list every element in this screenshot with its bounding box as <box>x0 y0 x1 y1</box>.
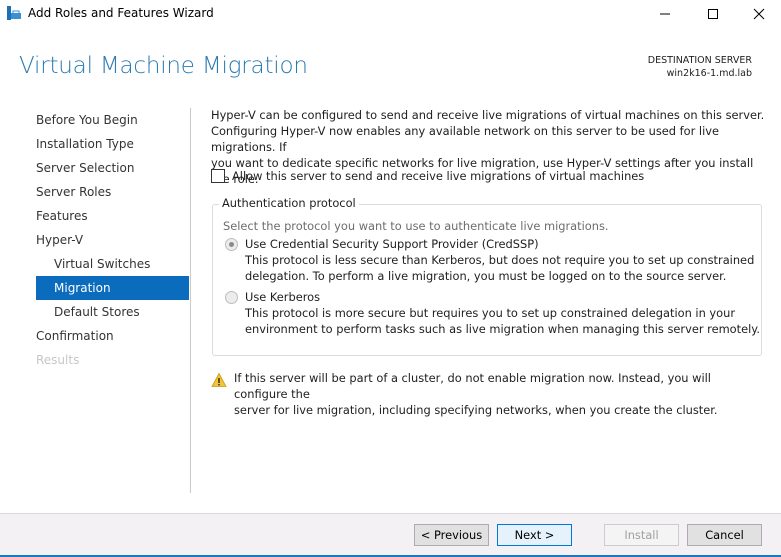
radio-text: Use Credential Security Support Provider… <box>245 236 754 284</box>
group-legend: Authentication protocol <box>219 196 359 210</box>
description-line: Hyper-V can be configured to send and re… <box>211 108 765 122</box>
window-title: Add Roles and Features Wizard <box>28 6 214 20</box>
wizard-nav: Before You Begin Installation Type Serve… <box>36 108 189 372</box>
minimize-icon <box>660 13 670 15</box>
warning-text: If this server will be part of a cluster… <box>234 370 764 418</box>
checkbox-label: Allow this server to send and receive li… <box>232 169 645 183</box>
radio-label: Use Credential Security Support Provider… <box>245 237 539 251</box>
radio-kerberos[interactable]: Use Kerberos This protocol is more secur… <box>225 289 760 337</box>
warning-icon <box>211 372 227 387</box>
radio-description: This protocol is more secure but require… <box>245 306 736 320</box>
nav-item-virtual-switches[interactable]: Virtual Switches <box>36 252 189 276</box>
content-pane: Hyper-V can be configured to send and re… <box>211 107 771 417</box>
allow-live-migration-checkbox[interactable]: Allow this server to send and receive li… <box>211 169 644 183</box>
nav-item-installation-type[interactable]: Installation Type <box>36 132 189 156</box>
description-line: Configuring Hyper-V now enables any avai… <box>211 124 719 154</box>
previous-button[interactable]: < Previous <box>414 524 489 546</box>
destination-server-name: win2k16-1.md.lab <box>666 68 752 79</box>
radio-label: Use Kerberos <box>245 290 321 304</box>
cancel-button[interactable]: Cancel <box>687 524 762 546</box>
warning-line: If this server will be part of a cluster… <box>234 371 711 401</box>
page-title: Virtual Machine Migration <box>19 53 308 79</box>
radio-button[interactable] <box>225 291 238 304</box>
nav-item-hyper-v[interactable]: Hyper-V <box>36 228 189 252</box>
nav-divider <box>190 108 191 493</box>
radio-credssp[interactable]: Use Credential Security Support Provider… <box>225 236 754 284</box>
nav-item-migration[interactable]: Migration <box>36 276 189 300</box>
nav-item-confirmation[interactable]: Confirmation <box>36 324 189 348</box>
title-bar: Add Roles and Features Wizard <box>0 0 781 28</box>
close-icon <box>753 8 765 20</box>
nav-item-before-you-begin[interactable]: Before You Begin <box>36 108 189 132</box>
destination-server: DESTINATION SERVER win2k16-1.md.lab <box>648 54 752 80</box>
group-hint: Select the protocol you want to use to a… <box>223 219 609 233</box>
server-manager-icon <box>7 6 21 20</box>
radio-description: environment to perform tasks such as liv… <box>245 322 761 336</box>
radio-description: delegation. To perform a live migration,… <box>245 269 727 283</box>
checkbox-box[interactable] <box>211 169 225 183</box>
nav-item-features[interactable]: Features <box>36 204 189 228</box>
cluster-warning: If this server will be part of a cluster… <box>211 370 764 418</box>
nav-item-default-stores[interactable]: Default Stores <box>36 300 189 324</box>
nav-item-results: Results <box>36 353 80 367</box>
install-button: Install <box>604 524 679 546</box>
next-button[interactable]: Next > <box>497 524 572 546</box>
radio-description: This protocol is less secure than Kerber… <box>245 253 755 267</box>
destination-label: DESTINATION SERVER <box>647 55 752 66</box>
maximize-button[interactable] <box>690 0 736 28</box>
maximize-icon <box>708 9 718 19</box>
radio-button[interactable] <box>225 238 238 251</box>
nav-item-server-selection[interactable]: Server Selection <box>36 156 189 180</box>
nav-item-server-roles[interactable]: Server Roles <box>36 180 189 204</box>
authentication-protocol-group: Authentication protocol Select the proto… <box>212 196 762 356</box>
radio-text: Use Kerberos This protocol is more secur… <box>245 289 760 337</box>
warning-line: server for live migration, including spe… <box>234 403 718 417</box>
close-button[interactable] <box>736 0 781 28</box>
minimize-button[interactable] <box>642 0 688 28</box>
